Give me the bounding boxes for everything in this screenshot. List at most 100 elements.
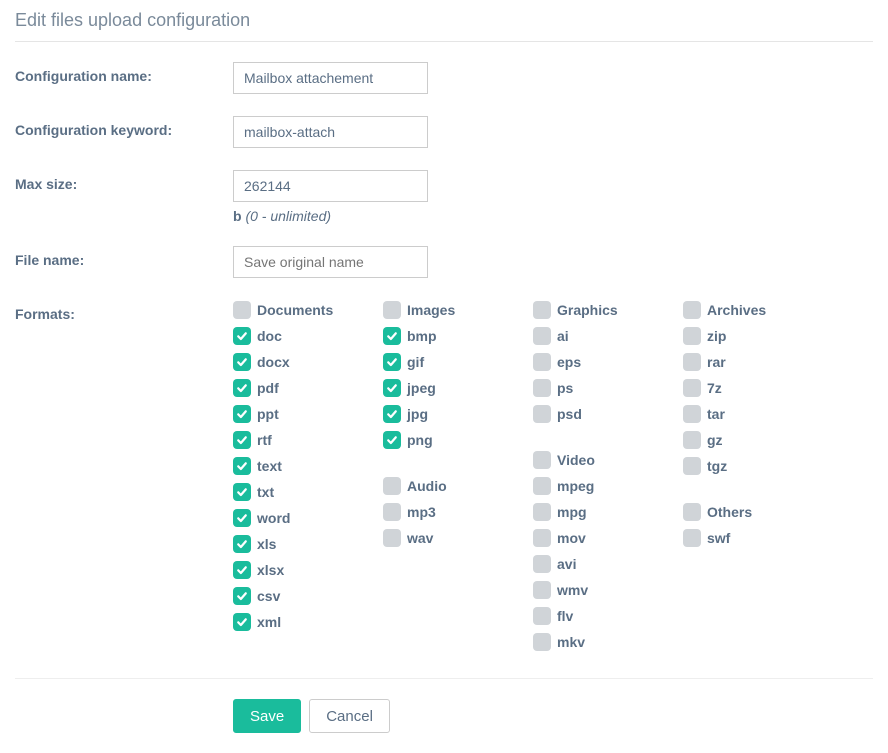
item-label-mpeg: mpeg xyxy=(557,478,594,494)
checkbox-avi[interactable] xyxy=(533,555,551,573)
checkbox-tgz[interactable] xyxy=(683,457,701,475)
formats-column: Archivesziprar7ztargztgzOthersswf xyxy=(683,300,803,658)
format-item-txt: txt xyxy=(233,482,353,502)
checkbox-zip[interactable] xyxy=(683,327,701,345)
checkbox-eps[interactable] xyxy=(533,353,551,371)
checkbox-archives[interactable] xyxy=(683,301,701,319)
item-label-swf: swf xyxy=(707,530,730,546)
checkbox-ppt[interactable] xyxy=(233,405,251,423)
format-group-video: Video xyxy=(533,450,653,470)
format-item-xls: xls xyxy=(233,534,353,554)
input-max-size[interactable] xyxy=(233,170,428,202)
format-item-wav: wav xyxy=(383,528,503,548)
checkbox-graphics[interactable] xyxy=(533,301,551,319)
format-group-images: Images xyxy=(383,300,503,320)
checkbox-wmv[interactable] xyxy=(533,581,551,599)
item-label-wav: wav xyxy=(407,530,433,546)
checkbox-png[interactable] xyxy=(383,431,401,449)
checkbox-text[interactable] xyxy=(233,457,251,475)
item-label-jpg: jpg xyxy=(407,406,428,422)
checkbox-bmp[interactable] xyxy=(383,327,401,345)
checkbox-audio[interactable] xyxy=(383,477,401,495)
checkbox-others[interactable] xyxy=(683,503,701,521)
checkbox-rar[interactable] xyxy=(683,353,701,371)
checkbox-txt[interactable] xyxy=(233,483,251,501)
group-label-graphics: Graphics xyxy=(557,302,618,318)
item-label-mkv: mkv xyxy=(557,634,585,650)
checkbox-jpg[interactable] xyxy=(383,405,401,423)
checkbox-mpeg[interactable] xyxy=(533,477,551,495)
format-item-mpeg: mpeg xyxy=(533,476,653,496)
checkbox-word[interactable] xyxy=(233,509,251,527)
checkbox-video[interactable] xyxy=(533,451,551,469)
checkbox-wav[interactable] xyxy=(383,529,401,547)
format-item-mov: mov xyxy=(533,528,653,548)
item-label-wmv: wmv xyxy=(557,582,588,598)
checkbox-tar[interactable] xyxy=(683,405,701,423)
input-file-name[interactable] xyxy=(233,246,428,278)
checkbox-psd[interactable] xyxy=(533,405,551,423)
format-group-documents: Documents xyxy=(233,300,353,320)
checkbox-flv[interactable] xyxy=(533,607,551,625)
item-label-ai: ai xyxy=(557,328,569,344)
checkbox-mkv[interactable] xyxy=(533,633,551,651)
checkbox-images[interactable] xyxy=(383,301,401,319)
input-config-name[interactable] xyxy=(233,62,428,94)
hint-range: (0 - unlimited) xyxy=(245,208,331,224)
format-item-tar: tar xyxy=(683,404,803,424)
page-title: Edit files upload configuration xyxy=(15,10,873,31)
group-label-images: Images xyxy=(407,302,455,318)
item-label-gz: gz xyxy=(707,432,723,448)
hint-unit: b xyxy=(233,208,242,224)
checkbox-pdf[interactable] xyxy=(233,379,251,397)
checkbox-ai[interactable] xyxy=(533,327,551,345)
checkbox-7z[interactable] xyxy=(683,379,701,397)
save-button[interactable]: Save xyxy=(233,699,301,733)
checkbox-jpeg[interactable] xyxy=(383,379,401,397)
label-config-keyword: Configuration keyword: xyxy=(15,116,233,138)
checkbox-mov[interactable] xyxy=(533,529,551,547)
format-item-mp3: mp3 xyxy=(383,502,503,522)
format-item-psd: psd xyxy=(533,404,653,424)
format-item-ppt: ppt xyxy=(233,404,353,424)
checkbox-documents[interactable] xyxy=(233,301,251,319)
item-label-xml: xml xyxy=(257,614,281,630)
checkbox-rtf[interactable] xyxy=(233,431,251,449)
row-formats: Formats: Documentsdocdocxpdfpptrtftexttx… xyxy=(15,300,873,658)
format-item-mkv: mkv xyxy=(533,632,653,652)
format-item-text: text xyxy=(233,456,353,476)
checkbox-xls[interactable] xyxy=(233,535,251,553)
item-label-mpg: mpg xyxy=(557,504,587,520)
item-label-7z: 7z xyxy=(707,380,722,396)
item-label-word: word xyxy=(257,510,290,526)
group-label-video: Video xyxy=(557,452,595,468)
format-group-graphics: Graphics xyxy=(533,300,653,320)
divider-bottom xyxy=(15,678,873,679)
checkbox-docx[interactable] xyxy=(233,353,251,371)
label-config-name: Configuration name: xyxy=(15,62,233,84)
format-group: Imagesbmpgifjpegjpgpng xyxy=(383,300,503,456)
checkbox-xml[interactable] xyxy=(233,613,251,631)
checkbox-mp3[interactable] xyxy=(383,503,401,521)
cancel-button[interactable]: Cancel xyxy=(309,699,390,733)
group-label-archives: Archives xyxy=(707,302,766,318)
format-item-7z: 7z xyxy=(683,378,803,398)
checkbox-gz[interactable] xyxy=(683,431,701,449)
item-label-csv: csv xyxy=(257,588,280,604)
checkbox-doc[interactable] xyxy=(233,327,251,345)
format-item-eps: eps xyxy=(533,352,653,372)
format-item-wmv: wmv xyxy=(533,580,653,600)
group-label-audio: Audio xyxy=(407,478,447,494)
checkbox-xlsx[interactable] xyxy=(233,561,251,579)
format-item-jpg: jpg xyxy=(383,404,503,424)
checkbox-gif[interactable] xyxy=(383,353,401,371)
label-max-size: Max size: xyxy=(15,170,233,192)
item-label-flv: flv xyxy=(557,608,573,624)
input-config-keyword[interactable] xyxy=(233,116,428,148)
checkbox-ps[interactable] xyxy=(533,379,551,397)
item-label-text: text xyxy=(257,458,282,474)
checkbox-swf[interactable] xyxy=(683,529,701,547)
checkbox-mpg[interactable] xyxy=(533,503,551,521)
checkbox-csv[interactable] xyxy=(233,587,251,605)
label-formats: Formats: xyxy=(15,300,233,322)
